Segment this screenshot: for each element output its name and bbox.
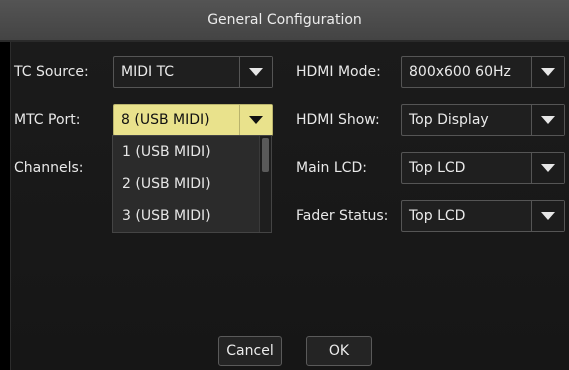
main-lcd-label: Main LCD: [296,160,367,176]
scrollbar-thumb[interactable] [262,138,269,172]
dropdown-scrollbar[interactable] [259,136,271,232]
chevron-down-icon[interactable] [531,153,564,183]
fader-status-select[interactable]: Top LCD [401,200,565,232]
hdmi-show-label: HDMI Show: [296,112,380,128]
mtc-port-select[interactable]: 8 (USB MIDI) [113,104,273,136]
hdmi-mode-label: HDMI Mode: [296,64,381,80]
chevron-down-icon[interactable] [531,105,564,135]
tc-source-value: MIDI TC [121,64,175,80]
fader-status-value: Top LCD [409,208,466,224]
ok-button[interactable]: OK [306,336,372,366]
mtc-port-dropdown-list: 1 (USB MIDI) 2 (USB MIDI) 3 (USB MIDI) [112,135,272,233]
dialog-title: General Configuration [207,12,362,28]
chevron-down-icon[interactable] [531,57,564,87]
mtc-port-value: 8 (USB MIDI) [121,112,210,128]
hdmi-show-select[interactable]: Top Display [401,104,565,136]
hdmi-mode-value: 800x600 60Hz [409,64,511,80]
chevron-down-icon[interactable] [239,57,272,87]
dropdown-option[interactable]: 3 (USB MIDI) [113,200,259,232]
hdmi-show-value: Top Display [409,112,489,128]
dropdown-option[interactable]: 2 (USB MIDI) [113,168,259,200]
tc-source-select[interactable]: MIDI TC [113,56,273,88]
fader-status-label: Fader Status: [296,208,389,224]
dialog-content-panel: TC Source: MIDI TC MTC Port: 8 (USB MIDI… [10,42,569,370]
chevron-down-icon[interactable] [531,201,564,231]
main-lcd-value: Top LCD [409,160,466,176]
mtc-port-label: MTC Port: [14,112,81,128]
hdmi-mode-select[interactable]: 800x600 60Hz [401,56,565,88]
chevron-down-icon[interactable] [239,105,272,135]
main-lcd-select[interactable]: Top LCD [401,152,565,184]
dialog-title-bar: General Configuration [0,0,569,42]
dropdown-option[interactable]: 1 (USB MIDI) [113,136,259,168]
cancel-button[interactable]: Cancel [218,336,282,366]
tc-source-label: TC Source: [14,64,89,80]
channels-label: Channels: [14,160,84,176]
